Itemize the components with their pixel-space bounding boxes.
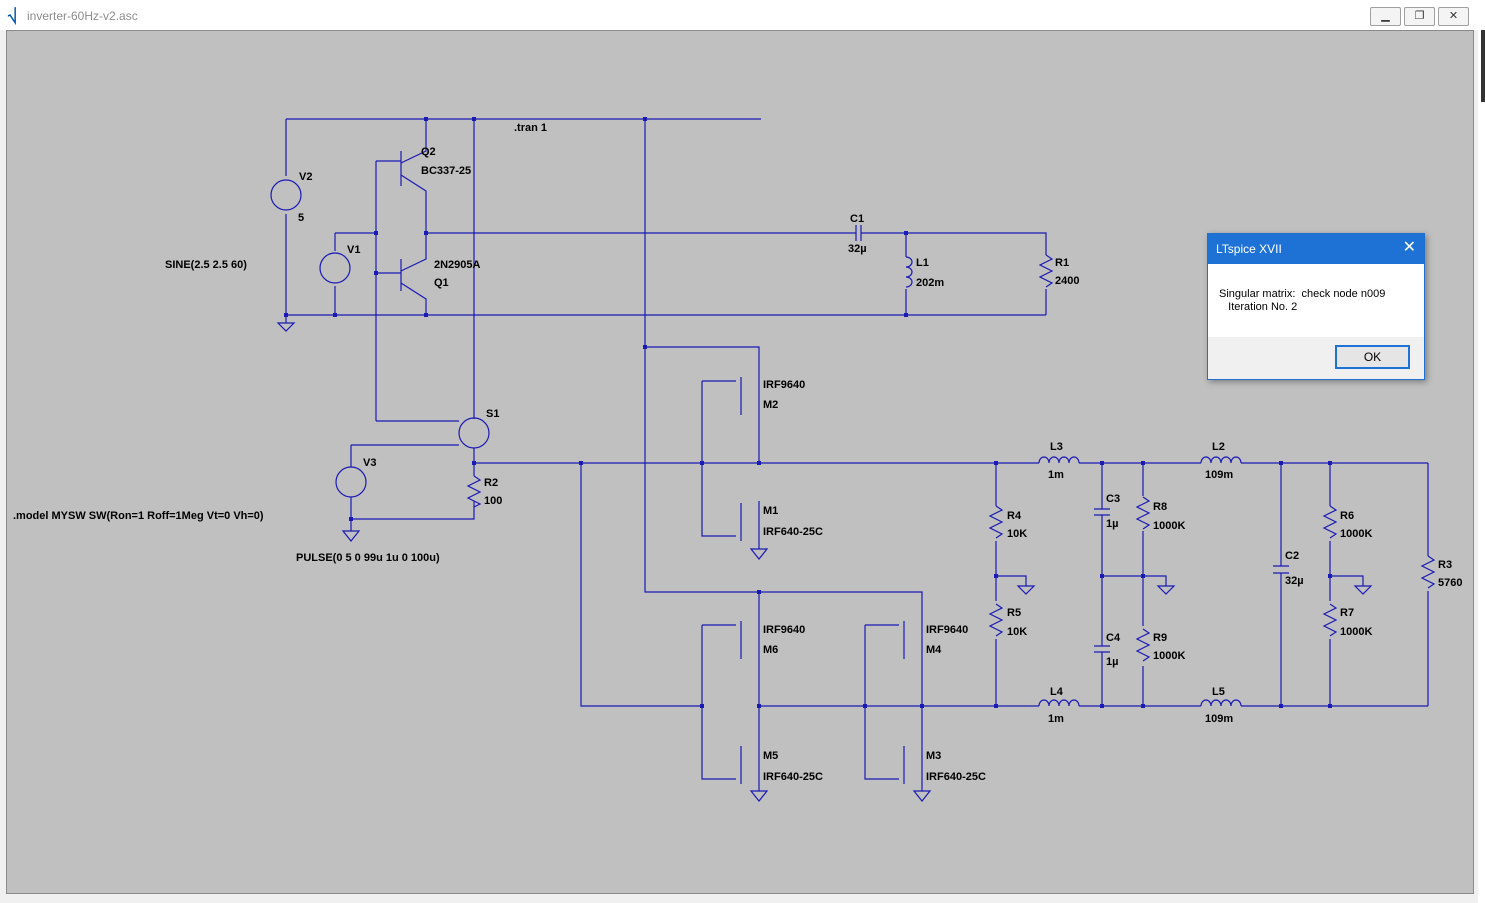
ok-button[interactable]: OK bbox=[1335, 345, 1410, 369]
label-l4[interactable]: L4 bbox=[1050, 686, 1064, 698]
scrollbar-thumb[interactable] bbox=[1481, 30, 1485, 102]
model-q2[interactable]: BC337-25 bbox=[421, 165, 471, 177]
value-r5[interactable]: 10K bbox=[1007, 626, 1027, 638]
value-r4[interactable]: 10K bbox=[1007, 528, 1027, 540]
label-m2[interactable]: M2 bbox=[763, 399, 778, 411]
label-v2[interactable]: V2 bbox=[299, 171, 312, 183]
label-m6[interactable]: M6 bbox=[763, 644, 778, 656]
dialog-title: LTspice XVII bbox=[1216, 242, 1282, 256]
label-v3[interactable]: V3 bbox=[363, 457, 376, 469]
value-c3[interactable]: 1µ bbox=[1106, 518, 1118, 530]
ltspice-icon[interactable]: ⎷ bbox=[8, 8, 17, 22]
schematic-drawing: .tran 1 .model MYSW SW(Ron=1 Roff=1Meg V… bbox=[13, 117, 1462, 802]
label-l5[interactable]: L5 bbox=[1212, 686, 1225, 698]
label-m3[interactable]: M3 bbox=[926, 750, 941, 762]
value-v2[interactable]: 5 bbox=[298, 212, 304, 224]
label-l2[interactable]: L2 bbox=[1212, 441, 1225, 453]
directive-model[interactable]: .model MYSW SW(Ron=1 Roff=1Meg Vt=0 Vh=0… bbox=[13, 510, 264, 522]
model-m5[interactable]: IRF640-25C bbox=[763, 771, 823, 783]
value-l3[interactable]: 1m bbox=[1048, 469, 1064, 481]
v3-pulse[interactable]: PULSE(0 5 0 99u 1u 0 100u) bbox=[296, 552, 440, 564]
label-m5[interactable]: M5 bbox=[763, 750, 778, 762]
label-m1[interactable]: M1 bbox=[763, 505, 778, 517]
value-r2[interactable]: 100 bbox=[484, 495, 502, 507]
minimize-button[interactable]: ▁ bbox=[1370, 7, 1401, 26]
label-r1[interactable]: R1 bbox=[1055, 257, 1069, 269]
label-r5[interactable]: R5 bbox=[1007, 607, 1021, 619]
dialog-iteration: Iteration No. 2 bbox=[1219, 301, 1298, 313]
minimize-icon: ▁ bbox=[1381, 10, 1390, 22]
label-c3[interactable]: C3 bbox=[1106, 493, 1120, 505]
window-title: inverter-60Hz-v2.asc bbox=[27, 9, 138, 23]
label-q2[interactable]: Q2 bbox=[421, 146, 436, 158]
vertical-scrollbar[interactable] bbox=[1478, 0, 1485, 903]
model-m3[interactable]: IRF640-25C bbox=[926, 771, 986, 783]
restore-icon: ❐ bbox=[1414, 10, 1425, 22]
value-l1[interactable]: 202m bbox=[916, 277, 944, 289]
value-r8[interactable]: 1000K bbox=[1153, 520, 1185, 532]
close-icon: ✕ bbox=[1448, 10, 1459, 22]
label-c2[interactable]: C2 bbox=[1285, 550, 1299, 562]
value-r6[interactable]: 1000K bbox=[1340, 528, 1372, 540]
restore-button[interactable]: ❐ bbox=[1404, 7, 1435, 26]
value-r7[interactable]: 1000K bbox=[1340, 626, 1372, 638]
error-dialog: LTspice XVII ✕ Singular matrix: check no… bbox=[1207, 233, 1425, 380]
label-r2[interactable]: R2 bbox=[484, 477, 498, 489]
model-m4[interactable]: IRF9640 bbox=[926, 624, 968, 636]
value-l2[interactable]: 109m bbox=[1205, 469, 1233, 481]
value-r3[interactable]: 5760 bbox=[1438, 577, 1462, 589]
close-button[interactable]: ✕ bbox=[1438, 7, 1469, 26]
value-c4[interactable]: 1µ bbox=[1106, 656, 1118, 668]
label-r4[interactable]: R4 bbox=[1007, 510, 1022, 522]
close-icon[interactable]: ✕ bbox=[1403, 239, 1416, 257]
model-m1[interactable]: IRF640-25C bbox=[763, 526, 823, 538]
label-r7[interactable]: R7 bbox=[1340, 607, 1354, 619]
label-q1[interactable]: Q1 bbox=[434, 277, 449, 289]
ltspice-window: ⎷ inverter-60Hz-v2.asc ▁ ❐ ✕ .tran 1 .mo… bbox=[0, 0, 1478, 903]
label-c1[interactable]: C1 bbox=[850, 213, 864, 225]
directive-tran[interactable]: .tran 1 bbox=[514, 122, 547, 134]
label-c4[interactable]: C4 bbox=[1106, 632, 1121, 644]
title-bar: ⎷ inverter-60Hz-v2.asc ▁ ❐ ✕ bbox=[0, 0, 1478, 30]
status-strip bbox=[0, 894, 1478, 903]
value-r1[interactable]: 2400 bbox=[1055, 275, 1079, 287]
schematic-canvas[interactable]: .tran 1 .model MYSW SW(Ron=1 Roff=1Meg V… bbox=[6, 30, 1474, 894]
dialog-message: Singular matrix: check node n009 bbox=[1219, 288, 1386, 300]
label-r6[interactable]: R6 bbox=[1340, 510, 1354, 522]
dialog-title-bar: LTspice XVII ✕ bbox=[1208, 234, 1424, 264]
value-c1[interactable]: 32µ bbox=[848, 243, 867, 255]
model-q1[interactable]: 2N2905A bbox=[434, 259, 481, 271]
label-l1[interactable]: L1 bbox=[916, 257, 929, 269]
label-r3[interactable]: R3 bbox=[1438, 559, 1452, 571]
label-r9[interactable]: R9 bbox=[1153, 632, 1167, 644]
value-c2[interactable]: 32µ bbox=[1285, 575, 1304, 587]
v1-sine[interactable]: SINE(2.5 2.5 60) bbox=[165, 259, 247, 271]
value-l4[interactable]: 1m bbox=[1048, 713, 1064, 725]
label-l3[interactable]: L3 bbox=[1050, 441, 1063, 453]
label-r8[interactable]: R8 bbox=[1153, 501, 1167, 513]
label-s1[interactable]: S1 bbox=[486, 408, 499, 420]
value-r9[interactable]: 1000K bbox=[1153, 650, 1185, 662]
value-l5[interactable]: 109m bbox=[1205, 713, 1233, 725]
label-v1[interactable]: V1 bbox=[347, 244, 360, 256]
label-m4[interactable]: M4 bbox=[926, 644, 942, 656]
model-m2[interactable]: IRF9640 bbox=[763, 379, 805, 391]
model-m6[interactable]: IRF9640 bbox=[763, 624, 805, 636]
